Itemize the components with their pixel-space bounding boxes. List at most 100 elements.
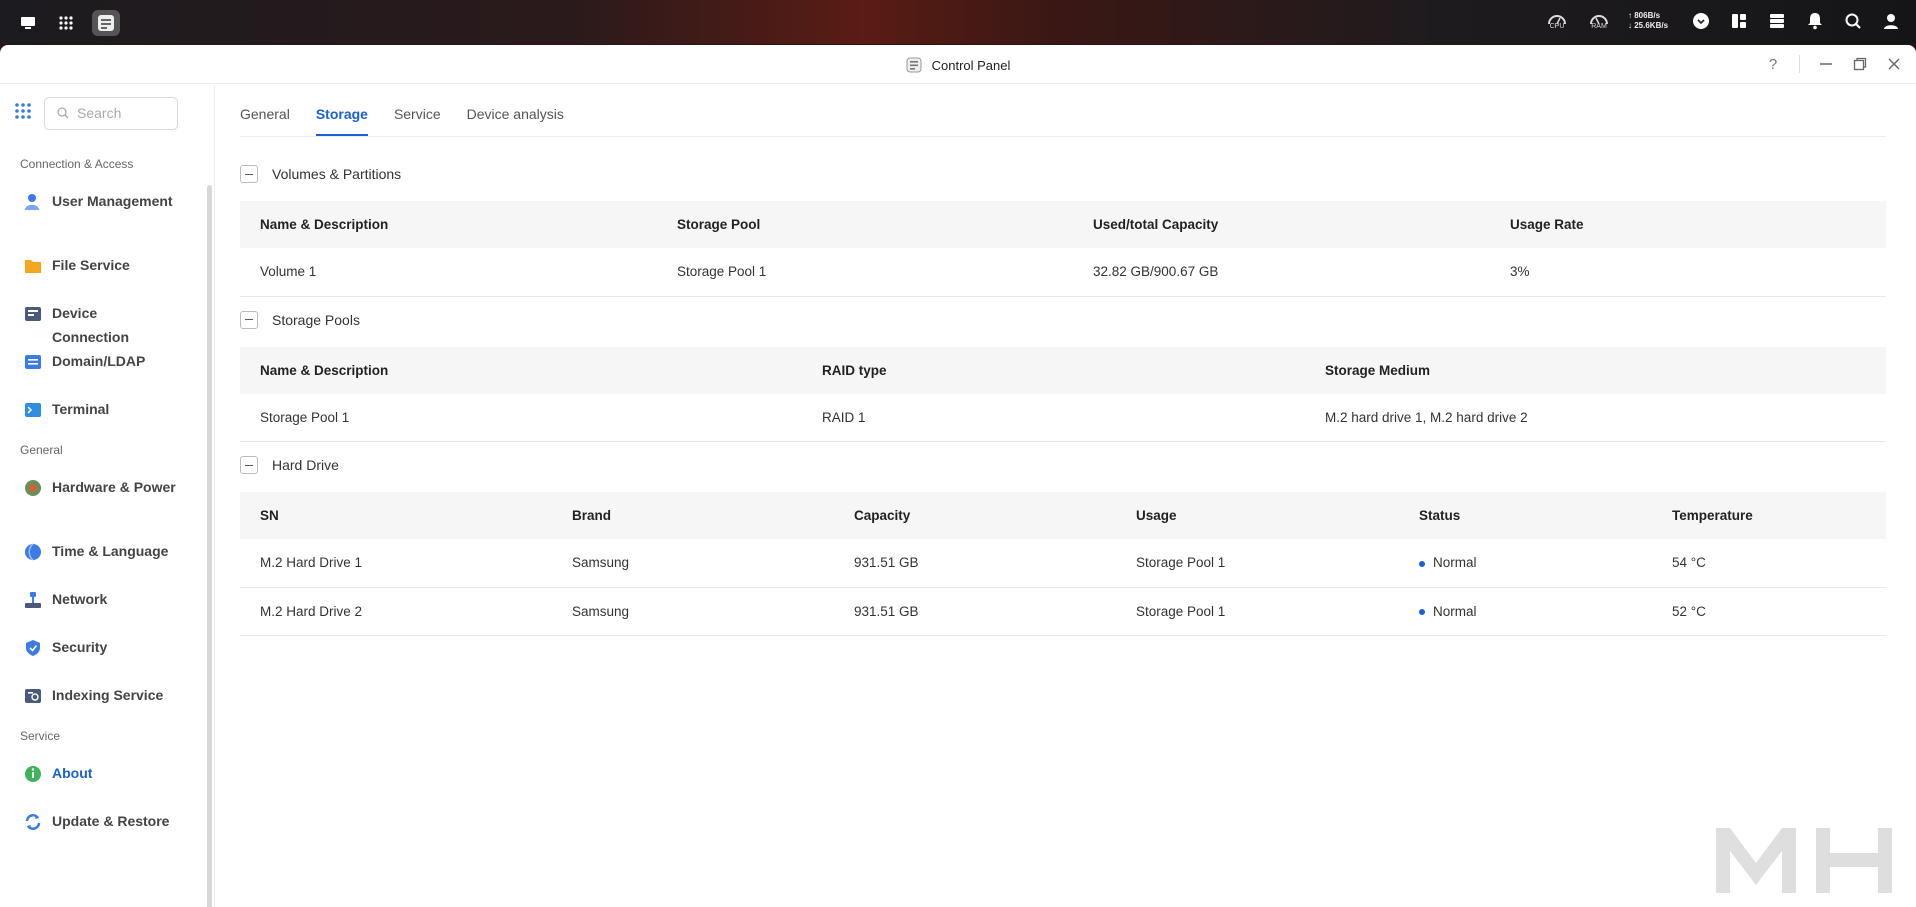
control-panel-icon [906,57,922,73]
table-cell: M.2 Hard Drive 2 [240,587,552,636]
cpu-meter[interactable]: CPU [1544,13,1570,30]
column-header: Usage Rate [1490,201,1886,248]
help-icon[interactable]: ? [1765,54,1781,74]
column-header: Usage [1116,492,1399,539]
notification-bell-icon[interactable] [1804,10,1826,32]
status-cell: Normal [1399,539,1652,588]
status-text: Normal [1433,555,1477,571]
close-icon[interactable] [1886,54,1902,74]
column-header: Name & Description [240,346,802,394]
search-input[interactable] [77,105,173,121]
sidebar-item-label: Update & Restore [52,813,170,829]
menu-grid-icon[interactable] [14,102,32,125]
main-content: General Storage Service Device analysis … [240,85,1886,636]
table-cell: M.2 hard drive 1, M.2 hard drive 2 [1305,393,1886,442]
sidebar-item-user-management[interactable]: User Management [0,192,177,213]
table-row[interactable]: Volume 1 Storage Pool 1 32.82 GB/900.67 … [240,248,1886,297]
sidebar-item-label: Device Connection [52,305,129,345]
watermark-logo [1716,828,1892,893]
sidebar-item-label: Indexing Service [52,687,164,703]
section-general: General [20,443,63,457]
sidebar-item-device-connection[interactable]: Device Connection [0,304,177,349]
table-row[interactable]: M.2 Hard Drive 2 Samsung 931.51 GB Stora… [240,587,1886,636]
tab-bar: General Storage Service Device analysis [240,85,1886,137]
hard-drive-title: Hard Drive [272,457,339,473]
table-header-row: Name & Description Storage Pool Used/tot… [240,201,1886,248]
sidebar-item-network[interactable]: Network [0,590,177,611]
column-header: Capacity [834,492,1116,539]
sidebar-item-label: Hardware & Power [52,479,176,495]
window-titlebar[interactable]: Control Panel ? [0,45,1916,84]
collapse-storage-pools-button[interactable] [240,310,258,329]
table-row[interactable]: M.2 Hard Drive 1 Samsung 931.51 GB Stora… [240,539,1886,588]
status-dot-icon [1419,608,1425,615]
tab-service[interactable]: Service [394,106,441,136]
ram-meter[interactable]: RAM [1586,13,1612,30]
table-cell: Storage Pool 1 [657,248,1073,297]
search-icon[interactable] [1842,10,1864,32]
sidebar: Connection & Access User Management File… [0,85,215,907]
section-connection-access: Connection & Access [20,157,134,171]
window-title: Control Panel [931,57,1011,73]
widgets-icon[interactable] [1728,10,1750,32]
table-cell: 54 °C [1652,539,1886,588]
tab-storage[interactable]: Storage [315,106,368,136]
sidebar-item-terminal[interactable]: Terminal [0,400,177,421]
divider [1799,55,1800,73]
update-restore-icon [25,814,41,830]
show-desktop-icon[interactable] [16,11,40,35]
column-header: Status [1399,492,1652,539]
volumes-section: Volumes & Partitions Name & Description … [240,159,1886,297]
table-cell: 931.51 GB [834,587,1116,636]
storage-pools-title: Storage Pools [272,311,360,328]
sidebar-item-indexing-service[interactable]: Indexing Service [0,686,177,707]
task-manager-icon[interactable] [1766,10,1788,32]
search-icon [57,107,69,119]
collapse-hard-drive-button[interactable] [240,456,258,474]
downloads-icon[interactable] [1690,10,1712,32]
user-icon[interactable] [1880,10,1902,32]
sidebar-item-label: User Management [52,193,173,209]
sidebar-item-label: Security [52,639,108,655]
table-cell: 931.51 GB [834,539,1116,588]
sidebar-item-about[interactable]: About [0,764,177,785]
sidebar-item-file-service[interactable]: File Service [0,256,177,277]
tab-general[interactable]: General [240,106,290,136]
sidebar-item-security[interactable]: Security [0,638,177,659]
indexing-icon [25,689,41,703]
sidebar-item-domain-ldap[interactable]: Domain/LDAP [0,352,177,373]
sidebar-item-label: About [52,765,93,781]
table-row[interactable]: Storage Pool 1 RAID 1 M.2 hard drive 1, … [240,393,1886,442]
control-panel-taskbar-icon[interactable] [92,10,120,36]
table-cell: Storage Pool 1 [240,393,802,442]
device-connection-icon [25,307,41,321]
column-header: RAID type [802,346,1305,394]
search-box[interactable] [44,96,178,130]
sidebar-scrollbar[interactable] [207,185,212,907]
column-header: SN [240,492,552,539]
table-cell: Storage Pool 1 [1116,587,1399,636]
sidebar-item-time-language[interactable]: Time & Language [0,542,177,563]
collapse-volumes-button[interactable] [240,165,258,183]
storage-pools-section: Storage Pools Name & Description RAID ty… [240,305,1886,442]
table-header-row: SN Brand Capacity Usage Status Temperatu… [240,492,1886,539]
status-cell: Normal [1399,587,1652,636]
table-cell: Samsung [552,587,834,636]
table-cell: RAID 1 [802,393,1305,442]
terminal-icon [25,403,41,417]
minimize-icon[interactable] [1818,54,1834,74]
tab-device-analysis[interactable]: Device analysis [467,106,564,136]
sidebar-item-hardware-power[interactable]: Hardware & Power [0,478,177,499]
app-grid-icon[interactable] [54,11,78,35]
column-header: Brand [552,492,834,539]
table-cell: Volume 1 [240,248,657,297]
network-speed[interactable]: ↑ 806B/s ↓ 25.6KB/s [1628,11,1674,31]
sidebar-item-label: Time & Language [52,543,169,559]
folder-icon [25,260,41,273]
table-cell: 32.82 GB/900.67 GB [1073,248,1490,297]
info-icon [25,766,41,782]
sidebar-item-update-restore[interactable]: Update & Restore [0,812,177,833]
restore-icon[interactable] [1852,54,1868,74]
sidebar-item-label: Network [52,591,108,607]
volumes-title: Volumes & Partitions [272,166,402,182]
